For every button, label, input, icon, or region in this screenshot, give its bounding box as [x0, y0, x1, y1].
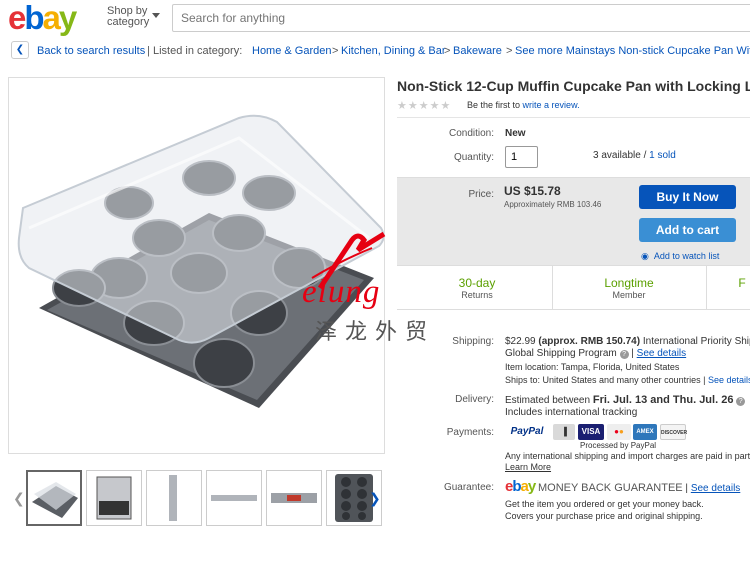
price-approx: Approximately RMB 103.46: [504, 200, 602, 209]
ships-to: Ships to: United States and many other c…: [505, 375, 750, 385]
thumbnail-label-icon: [271, 493, 317, 503]
paypal-icon: PayPal: [510, 426, 544, 437]
shop-by-category-button[interactable]: Shop by category: [107, 6, 160, 28]
thumbnail-1[interactable]: [26, 470, 82, 526]
benefit-returns: 30-day Returns: [458, 276, 496, 300]
breadcrumb: ❮ Back to search results | Listed in cat…: [0, 40, 750, 62]
condition-label: Condition:: [448, 128, 494, 139]
ebay-logo[interactable]: ebay: [8, 1, 77, 34]
breadcrumb-home-garden[interactable]: Home & Garden: [252, 45, 331, 57]
thumbnail-package-icon: [96, 476, 132, 520]
delivery-estimate: Estimated between Fri. Jul. 13 and Thu. …: [505, 394, 746, 406]
item-location: Item location: Tampa, Florida, United St…: [505, 362, 680, 372]
thumbnail-5[interactable]: [266, 470, 322, 526]
thumbnail-strip: ❮ ❯: [8, 468, 385, 528]
payments-note: Any international shipping and import ch…: [505, 451, 750, 461]
tracking-info: Includes international tracking: [505, 407, 638, 418]
breadcrumb-kitchen-dining-bar[interactable]: Kitchen, Dining & Bar: [341, 45, 446, 57]
back-arrow-icon[interactable]: ❮: [11, 41, 29, 59]
price-value: US $15.78: [504, 184, 561, 198]
breadcrumb-separator: |: [147, 45, 150, 57]
sold-count-link[interactable]: 1 sold: [649, 150, 676, 161]
thumbnail-pan-icon: [32, 482, 78, 518]
visa-icon: VISA: [578, 424, 604, 440]
guarantee-see-details-link[interactable]: See details: [691, 483, 740, 494]
buy-it-now-button[interactable]: Buy It Now: [639, 185, 736, 209]
thumbnail-next-icon[interactable]: ❯: [369, 490, 381, 507]
thumbnail-4[interactable]: [206, 470, 262, 526]
breadcrumb-bakeware[interactable]: Bakeware: [453, 45, 502, 57]
benefit-third: F: [738, 276, 746, 290]
add-to-watch-list[interactable]: ◉ Add to watch list: [641, 251, 719, 262]
thumbnail-edge-icon: [211, 495, 257, 501]
eye-icon: ◉: [641, 251, 649, 261]
price-label: Price:: [468, 189, 494, 200]
guarantee-line-2: Covers your purchase price and original …: [505, 511, 703, 521]
write-review-link[interactable]: write a review.: [523, 100, 580, 110]
money-back-guarantee: ebay MONEY BACK GUARANTEE | See details: [505, 478, 741, 495]
chevron-down-icon: [152, 13, 160, 18]
review-prompt: Be the first to write a review.: [467, 100, 580, 110]
learn-more-link[interactable]: Learn More: [505, 462, 551, 472]
rating-stars-icon: ★★★★★: [397, 100, 452, 112]
processed-by: Processed by PayPal: [580, 441, 657, 450]
search-input[interactable]: [172, 4, 750, 32]
benefits-bar: 30-day Returns Longtime Member F: [397, 266, 750, 310]
thumbnail-3[interactable]: [146, 470, 202, 526]
guarantee-label: Guarantee:: [443, 482, 494, 493]
see-details-link[interactable]: See details: [637, 348, 686, 359]
breadcrumb-see-more[interactable]: See more Mainstays Non-stick Cupcake Pan…: [515, 45, 750, 57]
listed-in-label: Listed in category:: [153, 45, 243, 57]
divider: [397, 117, 750, 118]
benefit-member: Longtime Member: [604, 276, 654, 300]
see-details-link-2[interactable]: See details: [708, 375, 750, 385]
help-icon[interactable]: ?: [736, 397, 746, 406]
thumbnail-2[interactable]: [86, 470, 142, 526]
product-title: Non-Stick 12-Cup Muffin Cupcake Pan with…: [397, 78, 750, 94]
card-icon: ▐: [553, 424, 575, 440]
discover-icon: DISCOVER: [660, 424, 687, 440]
site-header: ebay Shop by category: [0, 0, 750, 38]
delivery-label: Delivery:: [455, 394, 494, 405]
mastercard-icon: ●●: [607, 424, 631, 440]
shipping-cost: $22.99 (approx. RMB 150.74) Internationa…: [505, 336, 750, 347]
guarantee-line-1: Get the item you ordered or get your mon…: [505, 499, 704, 509]
amex-icon: AMEX: [633, 424, 657, 440]
payments-label: Payments:: [446, 427, 494, 438]
back-to-search-link[interactable]: Back to search results: [37, 45, 145, 57]
add-to-cart-button[interactable]: Add to cart: [639, 218, 736, 242]
condition-value: New: [505, 128, 526, 139]
thumbnail-side-icon: [169, 475, 177, 521]
thumbnail-prev-icon[interactable]: ❮: [13, 490, 25, 507]
availability: 3 available / 1 sold: [593, 150, 676, 161]
shipping-label: Shipping:: [452, 336, 494, 347]
help-icon[interactable]: ?: [619, 350, 629, 359]
quantity-label: Quantity:: [453, 152, 494, 163]
watermark-word: elung: [302, 274, 381, 310]
quantity-input[interactable]: [505, 146, 538, 168]
global-shipping: Global Shipping Program ? | See details: [505, 348, 687, 359]
ebay-small-logo: ebay: [505, 478, 536, 495]
